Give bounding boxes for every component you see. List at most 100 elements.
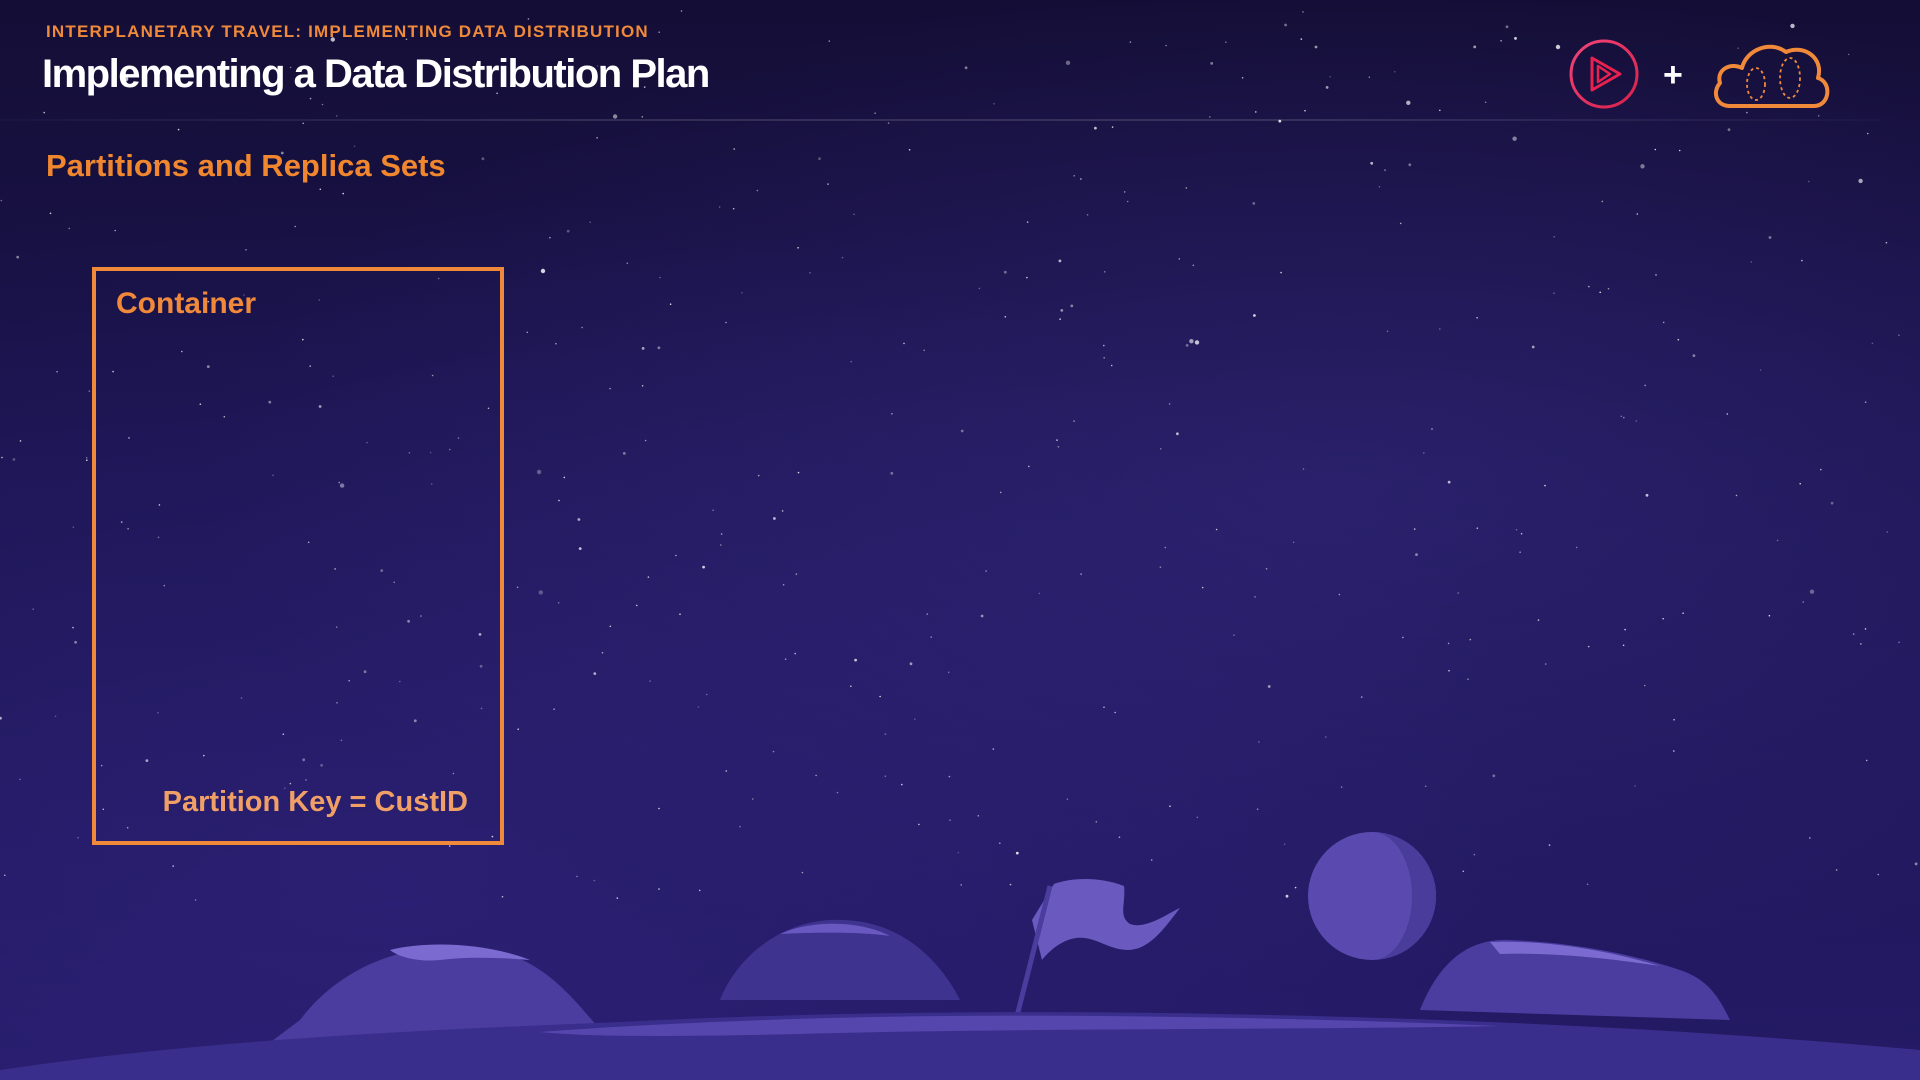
star <box>1252 202 1256 205</box>
star <box>557 602 560 604</box>
star <box>1086 214 1089 216</box>
star <box>1370 161 1374 165</box>
star <box>1302 468 1305 470</box>
star <box>114 229 116 232</box>
star <box>827 183 829 185</box>
star <box>1003 270 1007 274</box>
star <box>1457 592 1459 594</box>
star <box>626 262 629 265</box>
star <box>1802 601 1804 603</box>
star <box>1168 403 1171 405</box>
star <box>16 255 20 259</box>
star <box>1431 428 1433 430</box>
star <box>1607 287 1610 290</box>
star <box>1225 41 1227 43</box>
star <box>1448 669 1450 672</box>
star <box>772 750 775 753</box>
star <box>644 439 647 442</box>
star <box>1126 200 1129 203</box>
star <box>818 157 821 161</box>
section-subtitle: Partitions and Replica Sets <box>46 148 446 183</box>
star <box>930 636 932 638</box>
star <box>1209 116 1211 118</box>
star <box>1292 541 1295 544</box>
star <box>725 321 727 324</box>
star <box>797 247 799 249</box>
star <box>784 658 787 660</box>
star <box>1759 369 1762 371</box>
star <box>879 695 881 698</box>
star <box>680 10 683 12</box>
star <box>1159 566 1162 568</box>
star <box>177 128 180 131</box>
star <box>555 342 557 345</box>
star <box>1300 38 1303 40</box>
star <box>1624 628 1626 631</box>
star <box>1790 23 1795 29</box>
star <box>74 640 77 644</box>
star <box>1898 641 1900 644</box>
star <box>993 103 995 105</box>
star <box>1304 109 1306 112</box>
star <box>0 199 3 202</box>
star <box>72 526 75 528</box>
star <box>1201 586 1204 589</box>
star <box>593 672 597 675</box>
star <box>1185 344 1189 347</box>
star <box>549 236 551 239</box>
star <box>1103 357 1105 359</box>
star <box>1537 619 1540 621</box>
star <box>1080 573 1082 575</box>
star <box>1476 317 1478 319</box>
star <box>49 212 52 215</box>
star <box>1673 750 1675 752</box>
star <box>923 349 925 352</box>
star <box>1164 546 1167 549</box>
star <box>874 112 876 114</box>
star <box>1809 589 1815 594</box>
star <box>516 586 519 589</box>
star <box>720 544 722 546</box>
star <box>1176 432 1179 436</box>
slide: INTERPLANETARY TRAVEL: IMPLEMENTING DATA… <box>0 0 1920 1080</box>
star <box>1056 439 1058 441</box>
star <box>815 774 817 777</box>
star <box>1768 614 1771 617</box>
container-box: Container Partition Key = CustID <box>92 267 504 845</box>
star <box>1801 259 1803 262</box>
star <box>1727 128 1731 132</box>
star <box>1640 164 1645 169</box>
star <box>245 249 247 251</box>
star <box>540 268 546 274</box>
star <box>641 385 644 387</box>
star <box>336 115 338 117</box>
star <box>566 229 570 233</box>
eyebrow-text: INTERPLANETARY TRAVEL: IMPLEMENTING DATA… <box>46 22 649 41</box>
star <box>649 680 651 682</box>
star <box>54 715 57 718</box>
star <box>353 145 356 147</box>
star <box>1799 482 1801 485</box>
star <box>1080 178 1082 180</box>
star <box>1004 316 1007 318</box>
star <box>1746 111 1748 114</box>
star <box>733 148 735 150</box>
star <box>903 342 905 345</box>
star <box>1575 546 1578 549</box>
star <box>828 40 831 42</box>
star <box>1241 77 1244 79</box>
star <box>657 346 661 350</box>
star <box>960 429 964 433</box>
star <box>1469 638 1472 641</box>
star <box>1447 480 1451 484</box>
star <box>1103 706 1105 709</box>
star <box>781 510 784 512</box>
star <box>1057 446 1060 448</box>
star <box>850 360 852 363</box>
star <box>1768 236 1772 239</box>
moon-landscape-illustration <box>0 832 1920 1080</box>
star <box>914 718 916 720</box>
star <box>1505 25 1509 29</box>
star <box>679 613 681 615</box>
star <box>563 476 566 479</box>
